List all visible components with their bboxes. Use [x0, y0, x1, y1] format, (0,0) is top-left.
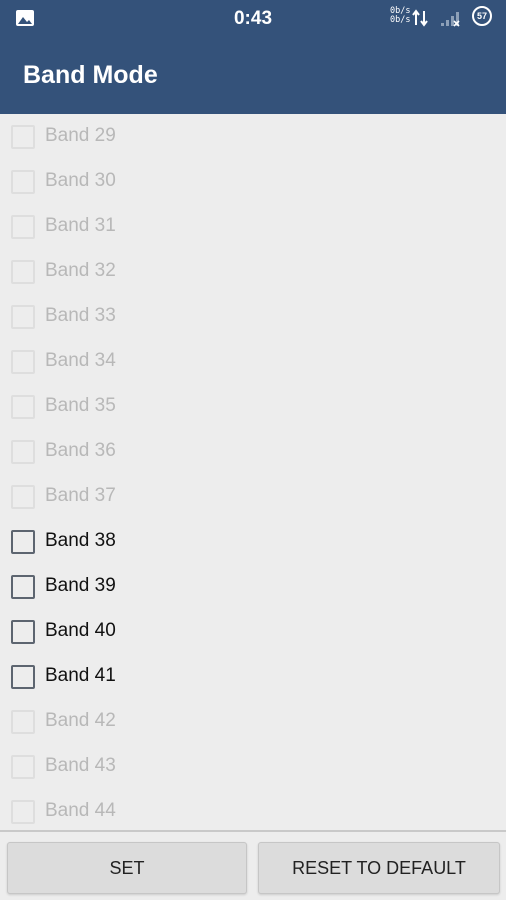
band-row: Band 44 — [0, 789, 506, 830]
band-row[interactable]: Band 41 — [0, 654, 506, 699]
band-row: Band 35 — [0, 384, 506, 429]
band-checkbox — [11, 125, 35, 149]
band-label: Band 30 — [45, 170, 116, 191]
band-row: Band 31 — [0, 204, 506, 249]
band-label: Band 44 — [45, 800, 116, 821]
band-checkbox[interactable] — [11, 620, 35, 644]
band-label: Band 31 — [45, 215, 116, 236]
band-checkbox — [11, 215, 35, 239]
band-row[interactable]: Band 38 — [0, 519, 506, 564]
band-checkbox — [11, 800, 35, 824]
band-checkbox — [11, 395, 35, 419]
data-arrows-icon — [412, 9, 428, 27]
band-row: Band 36 — [0, 429, 506, 474]
band-label: Band 33 — [45, 305, 116, 326]
band-row: Band 30 — [0, 159, 506, 204]
band-checkbox — [11, 305, 35, 329]
band-label: Band 34 — [45, 350, 116, 371]
band-label: Band 41 — [45, 665, 116, 686]
band-checkbox — [11, 710, 35, 734]
band-row[interactable]: Band 39 — [0, 564, 506, 609]
band-row: Band 42 — [0, 699, 506, 744]
net-down-speed: 0b/s — [390, 15, 411, 25]
battery-icon: 57 — [472, 6, 492, 26]
band-label: Band 35 — [45, 395, 116, 416]
band-checkbox — [11, 260, 35, 284]
band-row[interactable]: Band 40 — [0, 609, 506, 654]
network-speed: 0b/s 0b/s — [390, 7, 410, 25]
band-label: Band 29 — [45, 125, 116, 146]
band-row: Band 37 — [0, 474, 506, 519]
set-button[interactable]: SET — [7, 842, 247, 894]
band-checkbox — [11, 440, 35, 464]
clock: 0:43 — [233, 8, 273, 29]
page-title: Band Mode — [23, 61, 158, 89]
band-row: Band 43 — [0, 744, 506, 789]
signal-icon — [441, 12, 460, 27]
band-checkbox[interactable] — [11, 665, 35, 689]
band-label: Band 40 — [45, 620, 116, 641]
band-checkbox — [11, 485, 35, 509]
band-row: Band 33 — [0, 294, 506, 339]
status-bar: 0:43 0b/s 0b/s 57 — [0, 0, 506, 37]
band-list[interactable]: Band 29 Band 30 Band 31 Band 32 Band 33 Band … — [0, 114, 506, 830]
band-label: Band 32 — [45, 260, 116, 281]
band-checkbox — [11, 350, 35, 374]
band-row: Band 32 — [0, 249, 506, 294]
band-label: Band 38 — [45, 530, 116, 551]
app-bar: Band Mode — [0, 37, 506, 114]
band-label: Band 39 — [45, 575, 116, 596]
band-label: Band 42 — [45, 710, 116, 731]
band-row: Band 29 — [0, 114, 506, 159]
band-checkbox[interactable] — [11, 530, 35, 554]
band-label: Band 36 — [45, 440, 116, 461]
reset-to-default-button[interactable]: RESET TO DEFAULT — [258, 842, 500, 894]
band-label: Band 37 — [45, 485, 116, 506]
bottom-button-bar: SET RESET TO DEFAULT — [0, 832, 506, 900]
band-checkbox[interactable] — [11, 575, 35, 599]
band-checkbox — [11, 755, 35, 779]
band-row: Band 34 — [0, 339, 506, 384]
band-label: Band 43 — [45, 755, 116, 776]
band-checkbox — [11, 170, 35, 194]
